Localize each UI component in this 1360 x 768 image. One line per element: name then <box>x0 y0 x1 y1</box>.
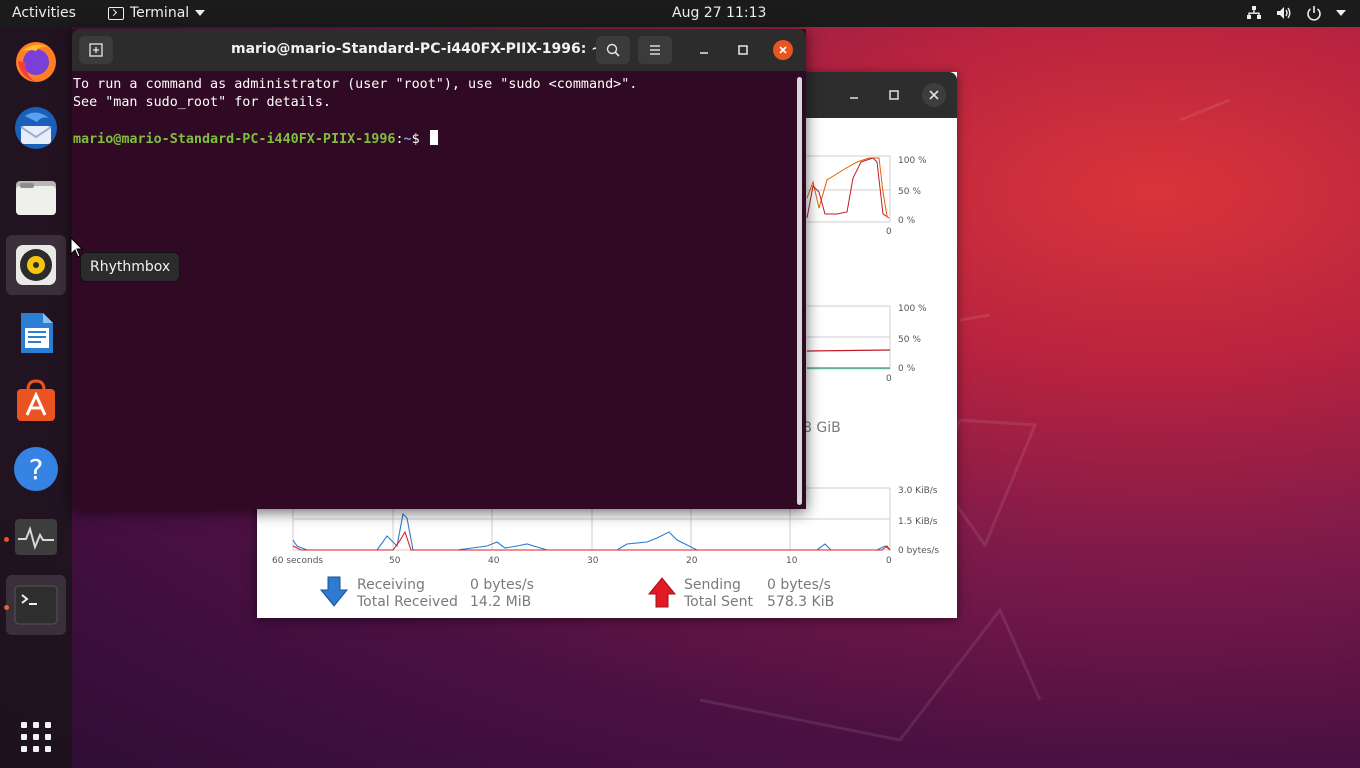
memory-axis-50: 50 % <box>898 335 921 345</box>
menu-button[interactable] <box>638 36 672 64</box>
scrollbar[interactable] <box>797 77 802 505</box>
time-axis-40: 40 <box>488 556 500 566</box>
time-axis-30: 30 <box>587 556 599 566</box>
dock-writer[interactable] <box>6 303 66 363</box>
prompt-separator: : <box>395 132 404 147</box>
minimize-icon <box>850 97 858 99</box>
dock-rhythmbox[interactable] <box>6 235 66 295</box>
search-icon <box>606 43 620 57</box>
time-axis-20: 20 <box>686 556 698 566</box>
mouse-cursor-icon <box>70 237 84 258</box>
dock-ubuntu-software[interactable] <box>6 371 66 431</box>
app-menu-label: Terminal <box>130 5 190 21</box>
rhythmbox-icon <box>16 245 56 285</box>
close-icon <box>779 46 787 54</box>
maximize-icon <box>738 45 748 55</box>
text-cursor <box>429 130 438 145</box>
memory-total-fragment: 8 GiB <box>803 420 841 436</box>
dock-tooltip: Rhythmbox <box>80 252 181 282</box>
network-axis-0: 0 bytes/s <box>898 546 940 556</box>
total-sent-label: Total Sent <box>684 594 754 610</box>
sending-value: 0 bytes/s <box>767 577 831 593</box>
time-axis-50: 50 <box>389 556 401 566</box>
network-icon <box>1247 6 1261 19</box>
maximize-button[interactable] <box>729 36 757 64</box>
cpu-time-axis-0: 0 <box>886 227 892 237</box>
sending-label: Sending <box>684 577 741 593</box>
tooltip-text: Rhythmbox <box>90 259 171 275</box>
cpu-axis-0: 0 % <box>898 216 916 226</box>
software-bag-icon <box>17 379 55 421</box>
power-icon <box>1307 6 1321 21</box>
terminal-icon <box>108 6 124 20</box>
close-icon <box>929 90 939 100</box>
show-applications-button[interactable] <box>6 707 66 767</box>
prompt-user: mario@mario-Standard-PC-i440FX-PIIX-1996 <box>73 132 396 147</box>
terminal-line: See "man sudo_root" for details. <box>73 95 331 110</box>
terminal-output[interactable]: To run a command as administrator (user … <box>73 76 793 149</box>
dock-system-monitor[interactable] <box>6 507 66 567</box>
network-axis-1-5k: 1.5 KiB/s <box>898 517 938 527</box>
terminal-window[interactable]: mario@mario-Standard-PC-i440FX-PIIX-1996… <box>72 29 806 509</box>
total-received-label: Total Received <box>357 594 458 610</box>
firefox-icon <box>16 42 56 82</box>
terminal-icon <box>14 585 58 625</box>
minimize-button[interactable] <box>690 36 718 64</box>
dock-files[interactable] <box>6 167 66 227</box>
minimize-icon <box>700 52 708 54</box>
dock-terminal[interactable] <box>6 575 66 635</box>
dock-help[interactable]: ? <box>6 439 66 499</box>
time-axis-10: 10 <box>786 556 798 566</box>
volume-icon <box>1277 7 1291 19</box>
terminal-prompt-line: mario@mario-Standard-PC-i440FX-PIIX-1996… <box>73 130 793 149</box>
svg-text:?: ? <box>29 453 44 486</box>
thunderbird-icon <box>15 107 57 149</box>
cpu-axis-50: 50 % <box>898 187 921 197</box>
time-axis-60: 60 seconds <box>272 556 324 566</box>
chevron-down-icon <box>195 10 206 16</box>
top-bar: Activities Terminal Aug 27 11:13 <box>0 0 1360 27</box>
writer-icon <box>21 313 53 353</box>
files-icon <box>16 181 56 215</box>
search-button[interactable] <box>596 36 630 64</box>
cpu-line-1 <box>806 157 888 217</box>
sending-arrow-icon <box>647 577 677 608</box>
clock[interactable]: Aug 27 11:13 <box>672 5 766 21</box>
network-axis-3k: 3.0 KiB/s <box>898 486 938 496</box>
app-menu[interactable]: Terminal <box>108 5 206 21</box>
app-grid-icon <box>21 722 51 752</box>
minimize-button[interactable] <box>842 83 866 107</box>
memory-axis-0: 0 % <box>898 364 916 374</box>
hamburger-menu-icon <box>650 45 660 55</box>
cpu-axis-100: 100 % <box>898 156 927 166</box>
maximize-icon <box>889 90 899 100</box>
prompt-symbol: $ <box>411 132 428 147</box>
dock-thunderbird[interactable] <box>6 99 66 159</box>
dock: ? <box>0 27 72 768</box>
receiving-arrow-icon <box>319 576 349 607</box>
chevron-down-icon <box>1336 10 1346 16</box>
receiving-label: Receiving <box>357 577 425 593</box>
receiving-value: 0 bytes/s <box>470 577 534 593</box>
prompt-path: ~ <box>403 132 412 147</box>
time-axis-0: 0 <box>886 556 892 566</box>
system-tray[interactable] <box>1246 5 1346 21</box>
close-button[interactable] <box>922 83 946 107</box>
memory-line <box>806 349 891 352</box>
memory-axis-100: 100 % <box>898 304 927 314</box>
help-icon: ? <box>14 447 58 491</box>
system-monitor-icon <box>15 519 57 555</box>
activities-button[interactable]: Activities <box>12 5 76 21</box>
total-received-value: 14.2 MiB <box>470 594 532 610</box>
terminal-headerbar[interactable]: mario@mario-Standard-PC-i440FX-PIIX-1996… <box>72 29 806 71</box>
dock-firefox[interactable] <box>6 31 66 91</box>
terminal-line: To run a command as administrator (user … <box>73 77 638 92</box>
memory-time-axis-0: 0 <box>886 374 892 384</box>
close-button[interactable] <box>773 40 793 60</box>
maximize-button[interactable] <box>882 83 906 107</box>
total-sent-value: 578.3 KiB <box>767 594 835 610</box>
